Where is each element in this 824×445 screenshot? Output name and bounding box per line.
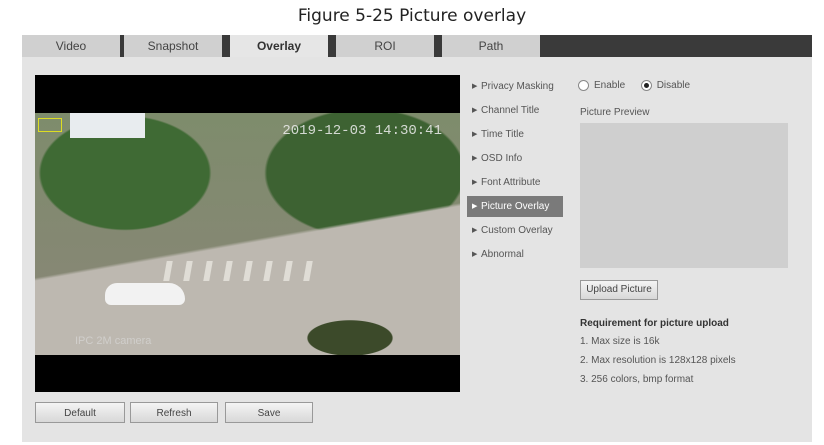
menu-label: Custom Overlay — [481, 225, 553, 236]
requirement-title: Requirement for picture upload — [580, 318, 729, 329]
menu-abnormal[interactable]: ▶ Abnormal — [467, 244, 563, 265]
menu-privacy-masking[interactable]: ▶ Privacy Masking — [467, 76, 563, 97]
bullet-icon: ▶ — [472, 227, 478, 234]
menu-osd-info[interactable]: ▶ OSD Info — [467, 148, 563, 169]
menu-label: Font Attribute — [481, 177, 541, 188]
requirement-1: 1. Max size is 16k — [580, 336, 660, 347]
video-preview: 2019-12-03 14:30:41 IPC 2M camera — [35, 75, 460, 392]
channel-title-overlay: IPC 2M camera — [75, 335, 152, 347]
bullet-icon: ▶ — [472, 107, 478, 114]
tab-roi[interactable]: ROI — [336, 35, 434, 57]
menu-label: Privacy Masking — [481, 81, 554, 92]
camera-scene-image: 2019-12-03 14:30:41 IPC 2M camera — [35, 113, 460, 355]
menu-label: Picture Overlay — [481, 201, 550, 212]
disable-radio[interactable] — [640, 80, 652, 91]
bullet-icon: ▶ — [472, 251, 478, 258]
bullet-icon: ▶ — [472, 131, 478, 138]
menu-label: Channel Title — [481, 105, 540, 116]
car — [105, 283, 185, 305]
enable-radio[interactable] — [578, 80, 589, 91]
tab-snapshot[interactable]: Snapshot — [124, 35, 222, 57]
menu-label: OSD Info — [481, 153, 523, 164]
menu-time-title[interactable]: ▶ Time Title — [467, 124, 563, 145]
picture-preview-label: Picture Preview — [580, 107, 650, 118]
bullet-icon: ▶ — [472, 155, 478, 162]
timestamp-overlay: 2019-12-03 14:30:41 — [282, 123, 442, 139]
requirement-3: 3. 256 colors, bmp format — [580, 374, 694, 385]
menu-font-attribute[interactable]: ▶ Font Attribute — [467, 172, 563, 193]
tab-overlay[interactable]: Overlay — [230, 35, 328, 57]
menu-channel-title[interactable]: ▶ Channel Title — [467, 100, 563, 121]
save-button[interactable]: Save — [225, 402, 313, 423]
picture-overlay-logo — [38, 118, 62, 132]
figure-caption: Figure 5-25 Picture overlay — [297, 6, 527, 26]
menu-picture-overlay[interactable]: ▶ Picture Overlay — [467, 196, 563, 217]
enable-radio-group: Enable Disable — [578, 80, 690, 91]
bullet-icon: ▶ — [472, 83, 478, 90]
requirement-2: 2. Max resolution is 128x128 pixels — [580, 355, 736, 366]
tab-bar: Video Snapshot Overlay ROI Path — [22, 35, 812, 57]
refresh-button[interactable]: Refresh — [130, 402, 218, 423]
enable-label: Enable — [594, 80, 626, 92]
menu-label: Time Title — [481, 129, 524, 140]
default-button[interactable]: Default — [35, 402, 125, 423]
upload-picture-button[interactable]: Upload Picture — [580, 280, 658, 300]
picture-preview-box — [580, 123, 788, 268]
menu-custom-overlay[interactable]: ▶ Custom Overlay — [467, 220, 563, 241]
tab-path[interactable]: Path — [442, 35, 540, 57]
bullet-icon: ▶ — [472, 203, 478, 210]
tab-video[interactable]: Video — [22, 35, 120, 57]
disable-label: Disable — [656, 80, 691, 92]
bullet-icon: ▶ — [472, 179, 478, 186]
menu-label: Abnormal — [481, 249, 524, 260]
